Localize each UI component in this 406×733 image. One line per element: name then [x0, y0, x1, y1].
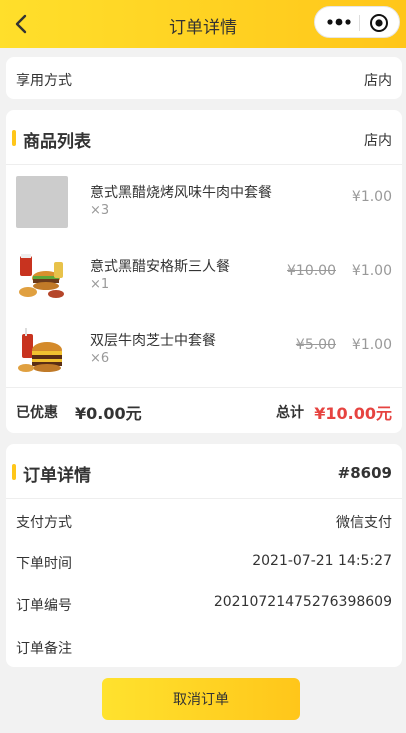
close-miniprogram-icon[interactable]	[369, 13, 389, 33]
product-quantity: ×1	[90, 277, 110, 292]
summary-row: 已优惠 ¥0.00元 总计 ¥10.00元	[16, 400, 392, 423]
payment-method-value: 微信支付	[336, 515, 392, 531]
payment-method-row: 支付方式 微信支付	[16, 512, 392, 532]
payment-method-label: 支付方式	[16, 515, 72, 531]
capsule-divider	[359, 15, 360, 31]
order-time-label: 下单时间	[16, 556, 72, 572]
discount-value: ¥0.00元	[75, 404, 142, 423]
order-time-row: 下单时间 2021-07-21 14:5:27	[16, 553, 392, 573]
list-item: 意式黑醋安格斯三人餐 ×1 ¥10.00 ¥1.00	[6, 242, 402, 316]
order-id-label: 订单编号	[16, 598, 72, 614]
summary-divider	[6, 387, 402, 388]
dining-mode-value: 店内	[364, 73, 392, 89]
order-time-value: 2021-07-21 14:5:27	[252, 553, 392, 569]
dining-mode-card: 享用方式 店内	[6, 57, 402, 99]
order-remark-row: 订单备注	[16, 638, 392, 658]
product-quantity: ×3	[90, 203, 110, 218]
goods-list-title: 商品列表	[23, 132, 91, 152]
dining-mode-row: 享用方式 店内	[16, 70, 392, 90]
product-original-price: ¥5.00	[295, 337, 336, 353]
list-item: 意式黑醋烧烤风味牛肉中套餐 ×3 ¥1.00	[6, 168, 402, 242]
product-original-price: ¥10.00	[287, 263, 336, 279]
total-label: 总计	[276, 405, 304, 421]
order-detail-card: 订单详情 #8609 支付方式 微信支付 下单时间 2021-07-21 14:…	[6, 444, 402, 667]
order-detail-header: 订单详情 #8609	[6, 444, 402, 499]
mini-program-capsule	[314, 6, 400, 38]
discount-label: 已优惠	[16, 405, 58, 421]
list-item: 双层牛肉芝士中套餐 ×6 ¥5.00 ¥1.00	[6, 316, 402, 390]
product-quantity: ×6	[90, 351, 110, 366]
order-id-value: 20210721475276398609	[213, 594, 392, 610]
navigation-bar: 订单详情	[0, 0, 406, 48]
product-price: ¥1.00	[351, 337, 392, 353]
product-image-placeholder	[16, 176, 68, 228]
product-name: 意式黑醋烧烤风味牛肉中套餐	[90, 185, 272, 201]
order-number-badge: #8609	[337, 464, 392, 482]
order-detail-title: 订单详情	[23, 466, 91, 486]
product-price: ¥1.00	[351, 263, 392, 279]
product-price: ¥1.00	[351, 189, 392, 205]
goods-dining-mode: 店内	[364, 133, 392, 149]
section-accent-bar	[12, 464, 16, 480]
total-value: ¥10.00元	[314, 404, 392, 423]
dining-mode-label: 享用方式	[16, 73, 72, 89]
product-name: 意式黑醋安格斯三人餐	[90, 259, 230, 275]
order-id-row: 订单编号 20210721475276398609	[16, 594, 392, 615]
order-remark-label: 订单备注	[16, 641, 72, 657]
product-image	[16, 324, 68, 376]
section-accent-bar	[12, 130, 16, 146]
product-name: 双层牛肉芝士中套餐	[90, 333, 216, 349]
goods-list-header: 商品列表 店内	[6, 110, 402, 165]
goods-list-card: 商品列表 店内 意式黑醋烧烤风味牛肉中套餐 ×3 ¥1.00 意式黑醋安格斯三人…	[6, 110, 402, 433]
product-image	[16, 250, 68, 302]
cancel-order-button[interactable]: 取消订单	[102, 678, 300, 720]
more-menu-icon[interactable]	[327, 16, 351, 28]
